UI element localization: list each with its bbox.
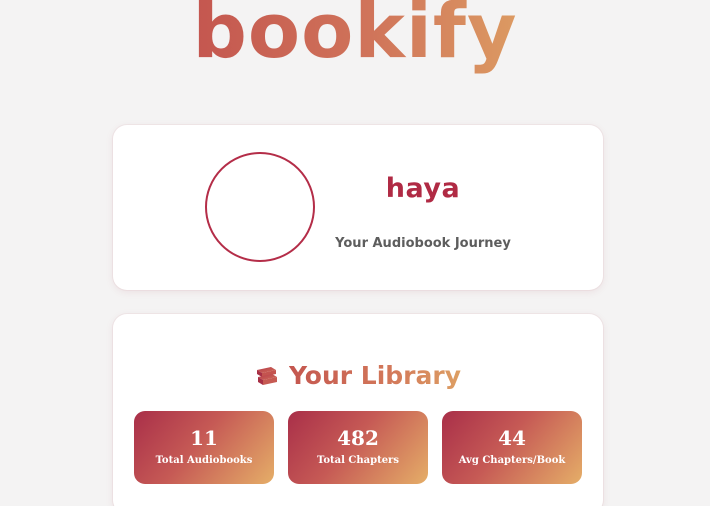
stat-label: Avg Chapters/Book: [458, 455, 566, 466]
username: haya: [385, 173, 461, 204]
stat-card-total-chapters[interactable]: 482 Total Chapters: [288, 411, 428, 484]
stat-label: Total Audiobooks: [155, 455, 253, 466]
library-title: Your Library: [288, 361, 462, 390]
books-icon: [256, 366, 277, 385]
stat-label: Total Chapters: [317, 455, 399, 466]
tagline: Your Audiobook Journey: [335, 236, 511, 251]
stat-value: 44: [498, 426, 526, 450]
library-card: Your Library 11 Total Audiobooks 482 Tot…: [113, 314, 603, 506]
stat-value: 482: [337, 426, 379, 450]
bookify-logo[interactable]: bookify: [0, 0, 710, 76]
stat-card-avg-chapters[interactable]: 44 Avg Chapters/Book: [442, 411, 582, 484]
library-heading: Your Library: [113, 361, 603, 390]
profile-card: haya Your Audiobook Journey: [113, 125, 603, 290]
logo-text: bookify: [192, 0, 517, 75]
avatar[interactable]: [205, 152, 315, 262]
stats-row: 11 Total Audiobooks 482 Total Chapters 4…: [134, 411, 582, 484]
profile-page: bookify haya Your Audiobook Journey Your…: [0, 0, 710, 506]
stat-value: 11: [190, 426, 218, 450]
stat-card-total-audiobooks[interactable]: 11 Total Audiobooks: [134, 411, 274, 484]
